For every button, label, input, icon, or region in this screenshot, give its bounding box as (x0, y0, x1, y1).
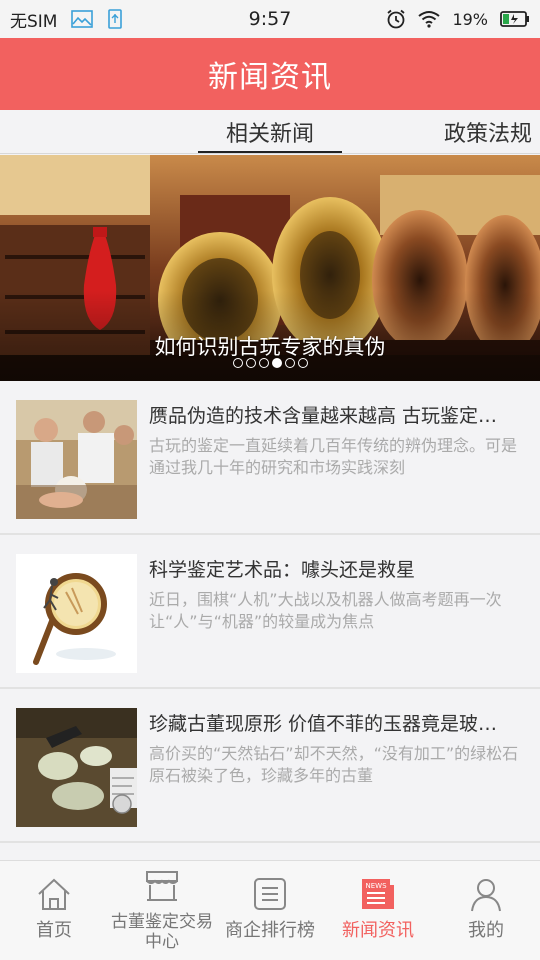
image-icon (71, 10, 94, 28)
banner-carousel[interactable]: 如何识别古玩专家的真伪 (0, 155, 540, 381)
carousel-dot[interactable] (232, 358, 243, 368)
home-icon (0, 877, 108, 911)
carousel-dot[interactable] (258, 358, 269, 368)
news-title: 科学鉴定艺术品：噱头还是救星 (149, 559, 416, 581)
alarm-icon (386, 9, 406, 29)
news-summary: 高价买的“天然钻石”却不天然，“没有加工”的绿松石原石被染了色，珍藏多年的古董 (149, 744, 519, 785)
carousel-dot[interactable] (284, 358, 295, 368)
news-title: 珍藏古董现原形 价值不菲的玉器竟是玻… (149, 713, 498, 735)
tab-related-news[interactable]: 相关新闻 (198, 110, 342, 153)
nav-label: 首页 (36, 920, 72, 941)
usb-icon (107, 9, 123, 29)
tab-bar: 相关新闻 政策法规 (0, 110, 540, 154)
nav-news[interactable]: NEWS 新闻资讯 (324, 861, 432, 960)
carrier-label: 无SIM (10, 11, 58, 32)
carousel-dots (0, 358, 540, 368)
carousel-dot[interactable] (245, 358, 256, 368)
nav-label: 古董鉴定交易中心 (111, 912, 213, 952)
nav-label: 新闻资讯 (342, 920, 414, 941)
news-summary: 近日，围棋“人机”大战以及机器人做高考题再一次让“人”与“机器”的较量成为焦点 (149, 590, 502, 631)
bottom-nav: 首页 古董鉴定交易中心 商企排行榜 NEWS 新闻资讯 我的 (0, 860, 540, 960)
svg-text:NEWS: NEWS (365, 882, 387, 890)
nav-antique-trading-center[interactable]: 古董鉴定交易中心 (108, 861, 216, 960)
news-item[interactable]: 珍藏古董现原形 价值不菲的玉器竟是玻… 高价买的“天然钻石”却不天然，“没有加工… (0, 689, 540, 843)
news-list: 赝品伪造的技术含量越来越高 古玩鉴定… 古玩的鉴定一直延续着几百年传统的辨伪理念… (0, 381, 540, 843)
banner-caption: 如何识别古玩专家的真伪 (154, 335, 386, 359)
nav-profile[interactable]: 我的 (432, 861, 540, 960)
app-header: 新闻资讯 (0, 38, 540, 110)
nav-ranking[interactable]: 商企排行榜 (216, 861, 324, 960)
news-summary: 古玩的鉴定一直延续着几百年传统的辨伪理念。可是通过我几十年的研究和市场实践深刻 (149, 436, 518, 477)
news-thumbnail (16, 554, 137, 673)
news-thumbnail (16, 708, 137, 827)
news-item[interactable]: 赝品伪造的技术含量越来越高 古玩鉴定… 古玩的鉴定一直延续着几百年传统的辨伪理念… (0, 381, 540, 535)
status-bar: 无SIM 9:57 19% (0, 0, 540, 38)
battery-percent: 19% (452, 9, 488, 29)
battery-icon (500, 11, 530, 27)
news-title: 赝品伪造的技术含量越来越高 古玩鉴定… (149, 405, 498, 427)
nav-home[interactable]: 首页 (0, 861, 108, 960)
news-thumbnail (16, 400, 137, 519)
nav-label: 商企排行榜 (225, 920, 315, 941)
news-icon: NEWS (324, 877, 432, 911)
profile-icon (432, 877, 540, 913)
carousel-dot-active[interactable] (271, 358, 282, 368)
nav-label: 我的 (468, 920, 504, 941)
store-icon (108, 869, 216, 903)
news-item[interactable]: 科学鉴定艺术品：噱头还是救星 近日，围棋“人机”大战以及机器人做高考题再一次让“… (0, 535, 540, 689)
wifi-icon (418, 10, 441, 28)
carousel-dot[interactable] (297, 358, 308, 368)
page-title: 新闻资讯 (208, 60, 332, 95)
list-icon (216, 877, 324, 911)
tab-policy-regulations[interactable]: 政策法规 (430, 110, 540, 153)
